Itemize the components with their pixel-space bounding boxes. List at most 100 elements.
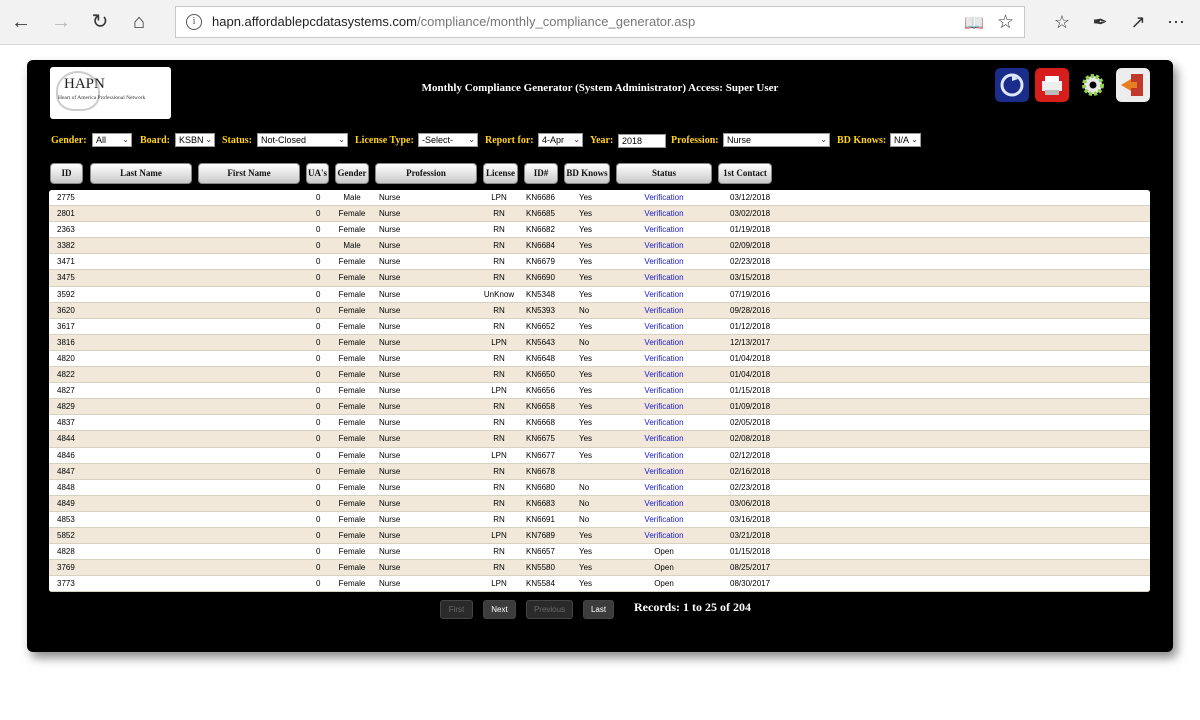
pen-icon[interactable]: ✒ — [1088, 10, 1112, 34]
table-row[interactable]: 3617 0 Female Nurse RN KN6652 Yes Verification 0… — [49, 318, 1150, 335]
cell-status[interactable]: Verification — [624, 322, 704, 331]
table-row[interactable]: 3471 0 Female Nurse RN KN6679 Yes Verification 0… — [49, 254, 1150, 271]
next-page-button[interactable]: Next — [483, 600, 516, 619]
address-bar[interactable]: i hapn.affordablepcdatasystems.com/compl… — [175, 6, 1025, 38]
table-row[interactable]: 5852 0 Female Nurse LPN KN7689 Yes Verification… — [49, 527, 1150, 545]
table-row[interactable]: 3382 0 Male Nurse RN KN6684 Yes Verification 02/… — [49, 238, 1150, 255]
bd-knows-select[interactable]: N/A ⌄ — [890, 133, 921, 147]
cell-status[interactable]: Verification — [624, 290, 704, 299]
cell-status[interactable]: Verification — [624, 273, 704, 282]
col-header-profession[interactable]: Profession — [375, 163, 477, 184]
back-arrow-icon[interactable]: ← — [8, 9, 34, 35]
col-header-last-name[interactable]: Last Name — [90, 163, 192, 184]
table-row[interactable]: 3769 0 Female Nurse RN KN5580 Yes Open 08/25/201… — [49, 560, 1150, 577]
col-header-first-name[interactable]: First Name — [198, 163, 300, 184]
cell-status[interactable]: Verification — [624, 225, 704, 234]
first-page-button[interactable]: First — [440, 600, 473, 619]
cell-first-contact: 02/23/2018 — [730, 482, 771, 492]
cell-status[interactable]: Verification — [624, 402, 704, 411]
cell-profession: Nurse — [379, 418, 401, 428]
table-row[interactable]: 4848 0 Female Nurse RN KN6680 No Verification 02… — [49, 479, 1150, 496]
home-icon[interactable]: ⌂ — [126, 9, 152, 35]
cell-status[interactable]: Verification — [624, 499, 704, 508]
refresh-report-icon[interactable] — [995, 68, 1029, 102]
cell-status[interactable]: Verification — [624, 515, 704, 524]
board-select[interactable]: KSBN ⌄ — [175, 133, 215, 147]
cell-status[interactable]: Verification — [624, 370, 704, 379]
cell-status[interactable]: Verification — [624, 467, 704, 476]
col-header-gender[interactable]: Gender — [335, 163, 369, 184]
col-header-id[interactable]: ID — [50, 163, 83, 184]
reading-view-icon[interactable]: 📖 — [964, 13, 984, 33]
site-info-icon[interactable]: i — [186, 14, 202, 30]
cell-bd-knows: Yes — [579, 241, 593, 251]
cell-first-contact: 02/12/2018 — [730, 450, 771, 460]
table-row[interactable]: 4829 0 Female Nurse RN KN6658 Yes Verification 0… — [49, 399, 1150, 416]
col-header-id-number[interactable]: ID# — [524, 163, 558, 184]
report-for-select[interactable]: 4-Apr ⌄ — [538, 133, 583, 147]
cell-status[interactable]: Verification — [624, 483, 704, 492]
last-page-button[interactable]: Last — [583, 600, 614, 619]
col-header-status[interactable]: Status — [616, 163, 712, 184]
table-row[interactable]: 4844 0 Female Nurse RN KN6675 Yes Verification 0… — [49, 431, 1150, 448]
col-header-uas[interactable]: UA's — [306, 163, 329, 184]
cell-profession: Nurse — [379, 579, 401, 589]
cell-status[interactable]: Verification — [624, 209, 704, 218]
records-table: 2775 0 Male Nurse LPN KN6686 Yes Verification 03… — [49, 190, 1150, 593]
table-row[interactable]: 3475 0 Female Nurse RN KN6690 Yes Verification 0… — [49, 270, 1150, 287]
cell-status[interactable]: Verification — [624, 241, 704, 250]
table-row[interactable]: 3773 0 Female Nurse LPN KN5584 Yes Open 08/30/20… — [49, 576, 1150, 593]
table-row[interactable]: 4827 0 Female Nurse LPN KN6656 Yes Verification… — [49, 383, 1150, 400]
table-row[interactable]: 4847 0 Female Nurse RN KN6678 Verification 02/1… — [49, 463, 1150, 480]
table-row[interactable]: 4846 0 Female Nurse LPN KN6677 Yes Verification… — [49, 447, 1150, 464]
table-row[interactable]: 2801 0 Female Nurse RN KN6685 Yes Verification 0… — [49, 206, 1150, 223]
col-header-license[interactable]: License — [483, 163, 518, 184]
cell-profession: Nurse — [379, 225, 401, 235]
logout-icon[interactable] — [1116, 68, 1150, 102]
col-header-bd-knows[interactable]: BD Knows — [564, 163, 610, 184]
share-icon[interactable]: ↗ — [1126, 10, 1150, 34]
cell-status[interactable]: Verification — [624, 257, 704, 266]
table-row[interactable]: 4828 0 Female Nurse RN KN6657 Yes Open 01/15/201… — [49, 544, 1150, 561]
cell-bd-knows: Yes — [579, 321, 593, 331]
status-select[interactable]: Not-Closed ⌄ — [257, 133, 348, 147]
cell-bd-knows: No — [579, 482, 590, 492]
print-icon[interactable] — [1035, 68, 1069, 102]
year-input[interactable]: 2018 — [618, 134, 666, 148]
table-row[interactable]: 2363 0 Female Nurse RN KN6682 Yes Verification 0… — [49, 222, 1150, 239]
cell-id-number: KN5580 — [526, 563, 555, 573]
refresh-icon[interactable]: ↻ — [87, 9, 113, 35]
forward-arrow-icon[interactable]: → — [48, 9, 74, 35]
table-row[interactable]: 2775 0 Male Nurse LPN KN6686 Yes Verification 03… — [49, 190, 1150, 207]
table-row[interactable]: 4853 0 Female Nurse RN KN6691 No Verification 03… — [49, 511, 1150, 528]
table-row[interactable]: 4849 0 Female Nurse RN KN6683 No Verification 03… — [49, 495, 1150, 512]
table-row[interactable]: 4822 0 Female Nurse RN KN6650 Yes Verification 0… — [49, 367, 1150, 384]
gender-select[interactable]: All ⌄ — [92, 133, 132, 147]
table-row[interactable]: 3592 0 Female Nurse UnKnow KN5348 Yes Verificat… — [49, 286, 1150, 303]
favorites-list-icon[interactable]: ☆ — [1050, 10, 1074, 34]
cell-status[interactable]: Verification — [624, 418, 704, 427]
settings-gear-icon[interactable] — [1076, 68, 1110, 102]
cell-id-number: KN6658 — [526, 402, 555, 412]
cell-status[interactable]: Verification — [624, 306, 704, 315]
more-icon[interactable]: ⋯ — [1164, 10, 1188, 34]
cell-status[interactable]: Verification — [624, 386, 704, 395]
table-row[interactable]: 3816 0 Female Nurse LPN KN5643 No Verification 1… — [49, 334, 1150, 351]
previous-page-button[interactable]: Previous — [526, 600, 573, 619]
cell-status[interactable]: Verification — [624, 338, 704, 347]
table-row[interactable]: 4820 0 Female Nurse RN KN6648 Yes Verification 0… — [49, 350, 1150, 368]
col-header-first-contact[interactable]: 1st Contact — [718, 163, 772, 184]
cell-status[interactable]: Verification — [624, 193, 704, 202]
favorite-star-icon[interactable]: ☆ — [997, 11, 1014, 34]
cell-status[interactable]: Verification — [624, 354, 704, 363]
cell-status[interactable]: Verification — [624, 434, 704, 443]
cell-profession: Nurse — [379, 273, 401, 283]
table-row[interactable]: 4837 0 Female Nurse RN KN6668 Yes Verification 0… — [49, 415, 1150, 432]
license-type-select[interactable]: -Select- ⌄ — [418, 133, 478, 147]
cell-profession: Nurse — [379, 530, 401, 540]
cell-bd-knows: No — [579, 498, 590, 508]
cell-status[interactable]: Verification — [624, 531, 704, 540]
profession-select[interactable]: Nurse ⌄ — [723, 133, 830, 147]
table-row[interactable]: 3620 0 Female Nurse RN KN5393 No Verification 09… — [49, 302, 1150, 319]
cell-status[interactable]: Verification — [624, 451, 704, 460]
